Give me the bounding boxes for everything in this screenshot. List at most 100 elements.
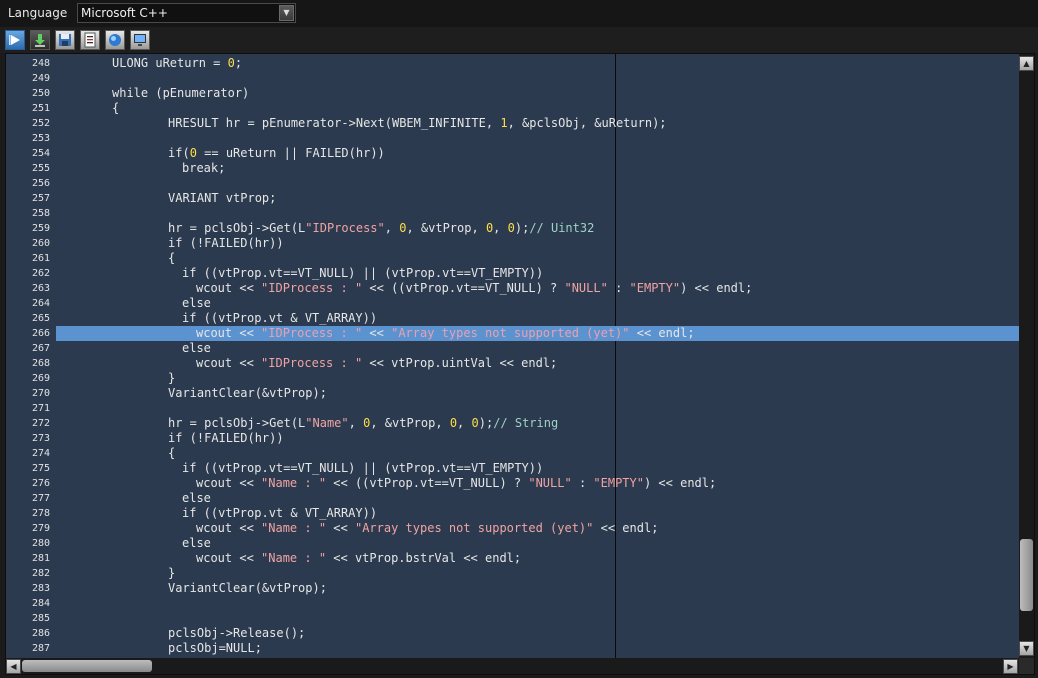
code-line[interactable]: if ((vtProp.vt==VT_NULL) || (vtProp.vt==… — [56, 266, 1019, 281]
code-line[interactable]: else — [56, 491, 1019, 506]
code-token: // Uint32 — [529, 221, 595, 235]
code-token: "IDProcess : " — [261, 281, 363, 295]
code-token: << ((vtProp.vt==VT_NULL) ? — [326, 476, 529, 490]
code-token: VariantClear(&vtProp); — [168, 581, 327, 595]
code-token: == uReturn || FAILED(hr)) — [196, 146, 385, 160]
code-line[interactable]: wcout << "IDProcess : " << ((vtProp.vt==… — [56, 281, 1019, 296]
code-token: wcout << — [196, 521, 262, 535]
line-number: 267 — [31, 343, 50, 354]
line-number: 273 — [31, 433, 50, 444]
code-line[interactable]: while (pEnumerator) — [56, 86, 1019, 101]
code-token: "IDProcess" — [305, 221, 385, 235]
code-line[interactable]: wcout << "IDProcess : " << vtProp.uintVa… — [56, 356, 1019, 371]
code-line[interactable]: else — [56, 296, 1019, 311]
code-token: << — [362, 326, 392, 340]
code-token: "Name" — [305, 416, 349, 430]
line-number-gutter: 248 249 250 251 252 253 254 255 256 257 258 259 260 2… — [6, 54, 56, 658]
vertical-scrollbar[interactable]: ▲ ▼ — [1019, 54, 1034, 658]
code-token: else — [182, 296, 211, 310]
code-token: wcout << — [196, 326, 262, 340]
code-line[interactable]: ULONG uReturn = 0; — [56, 56, 1019, 71]
language-selected-value: Microsoft C++ — [81, 6, 168, 20]
code-line[interactable]: if (!FAILED(hr)) — [56, 236, 1019, 251]
line-number: 282 — [31, 568, 50, 579]
line-number: 279 — [31, 523, 50, 534]
code-token: 0 — [507, 221, 515, 235]
code-line[interactable]: wcout << "Name : " << vtProp.bstrVal << … — [56, 551, 1019, 566]
code-token: , — [348, 416, 364, 430]
code-line[interactable]: if ((vtProp.vt & VT_ARRAY)) — [56, 506, 1019, 521]
code-line[interactable]: if ((vtProp.vt & VT_ARRAY)) — [56, 311, 1019, 326]
code-line[interactable]: wcout << "Name : " << "Array types not s… — [56, 521, 1019, 536]
code-line[interactable]: { — [56, 101, 1019, 116]
code-line[interactable]: hr = pclsObj->Get(L"IDProcess", 0 , &vtPr… — [56, 221, 1019, 236]
code-line[interactable]: hr = pclsObj->Get(L"Name", 0, &vtProp, 0… — [56, 416, 1019, 431]
code-token: } — [168, 566, 176, 580]
code-token: , &vtProp, — [370, 416, 450, 430]
run-button[interactable] — [5, 30, 25, 50]
code-token: , &vtProp, — [406, 221, 486, 235]
code-line[interactable]: pclsObj=NULL; — [56, 641, 1019, 656]
line-number: 283 — [31, 583, 50, 594]
code-editor[interactable]: 248 249 250 251 252 253 254 255 256 257 258 259 260 2… — [5, 53, 1035, 675]
code-line[interactable] — [56, 401, 1019, 416]
line-number: 262 — [31, 268, 50, 279]
code-line[interactable] — [56, 176, 1019, 191]
line-number: 249 — [31, 73, 50, 84]
monitor-button[interactable] — [130, 30, 150, 50]
code-line[interactable] — [56, 611, 1019, 626]
language-select[interactable]: Microsoft C++ ▼ — [77, 3, 296, 23]
scrollbar-corner — [1019, 658, 1034, 674]
code-line[interactable]: VariantClear(&vtProp); — [56, 581, 1019, 596]
scroll-left-icon[interactable]: ◀ — [6, 659, 21, 674]
code-line[interactable]: if (!FAILED(hr)) — [56, 431, 1019, 446]
code-line[interactable]: else — [56, 341, 1019, 356]
vertical-scroll-thumb[interactable] — [1020, 539, 1033, 611]
code-line[interactable]: wcout << "IDProcess : " << "Array types … — [56, 326, 1019, 341]
properties-button[interactable] — [80, 30, 100, 50]
code-line[interactable]: wcout << "Name : " << ((vtProp.vt==VT_NU… — [56, 476, 1019, 491]
download-button[interactable] — [30, 30, 50, 50]
scroll-up-icon[interactable]: ▲ — [1019, 56, 1034, 71]
code-line[interactable]: VariantClear(&vtProp); — [56, 386, 1019, 401]
line-number: 274 — [31, 448, 50, 459]
line-number: 254 — [31, 148, 50, 159]
code-area[interactable]: ULONG uReturn = 0; while (pEnumerator){HR… — [56, 54, 1019, 658]
code-line[interactable] — [56, 206, 1019, 221]
chevron-down-icon[interactable]: ▼ — [279, 5, 294, 21]
line-number: 251 — [31, 103, 50, 114]
globe-button[interactable] — [105, 30, 125, 50]
code-token: 0 — [449, 416, 458, 430]
code-line[interactable]: } — [56, 371, 1019, 386]
scroll-right-icon[interactable]: ▶ — [1003, 659, 1018, 674]
code-token: "Array types not supported (yet)" — [391, 326, 630, 340]
line-number: 256 — [31, 178, 50, 189]
code-token: "IDProcess : " — [261, 326, 363, 340]
code-line[interactable]: break; — [56, 161, 1019, 176]
code-line[interactable]: if ((vtProp.vt==VT_NULL) || (vtProp.vt==… — [56, 461, 1019, 476]
code-token: "Array types not supported (yet)" — [354, 521, 594, 535]
code-token: 0 — [189, 146, 197, 160]
code-line[interactable]: VARIANT vtProp; — [56, 191, 1019, 206]
code-token: , — [493, 221, 508, 235]
code-token: "EMPTY" — [593, 476, 644, 490]
scroll-down-icon[interactable]: ▼ — [1019, 641, 1034, 656]
code-token: ); — [478, 416, 494, 430]
code-token: pclsObj=NULL; — [168, 641, 262, 655]
save-button[interactable] — [55, 30, 75, 50]
code-line[interactable]: HRESULT hr = pEnumerator->Next(WBEM_INFI… — [56, 116, 1019, 131]
code-line[interactable]: { — [56, 446, 1019, 461]
code-line[interactable]: pclsObj->Release(); — [56, 626, 1019, 641]
code-line[interactable]: { — [56, 251, 1019, 266]
code-line[interactable] — [56, 131, 1019, 146]
code-line[interactable]: } — [56, 566, 1019, 581]
horizontal-scroll-thumb[interactable] — [22, 660, 152, 672]
code-line[interactable] — [56, 596, 1019, 611]
code-token: VariantClear(&vtProp); — [168, 386, 327, 400]
horizontal-scrollbar[interactable]: ◀ ▶ — [6, 658, 1019, 674]
code-token: 0 — [471, 416, 479, 430]
code-line[interactable]: else — [56, 536, 1019, 551]
code-line[interactable] — [56, 71, 1019, 86]
code-line[interactable]: if(0 == uReturn || FAILED(hr)) — [56, 146, 1019, 161]
code-token: "NULL" — [528, 476, 572, 490]
